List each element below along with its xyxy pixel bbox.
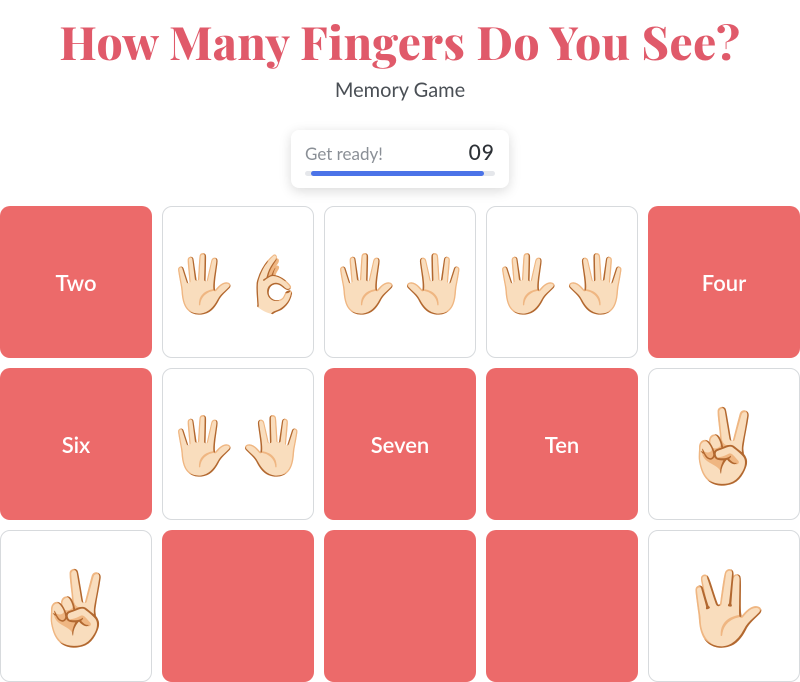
hand-icon: ✌🏻 xyxy=(31,570,121,642)
progress-fill xyxy=(311,171,484,176)
page-title: How Many Fingers Do You See? xyxy=(0,10,800,72)
word-card[interactable] xyxy=(162,530,314,682)
hand-icon: 🖐🏻 xyxy=(491,254,561,310)
ten-fingers-icon: 🖐🏻🖐🏻 xyxy=(329,254,470,310)
two-fingers-icon: ✌🏻 xyxy=(31,570,121,642)
hand-icon: 🖐🏻 xyxy=(401,254,471,310)
word-card[interactable] xyxy=(324,530,476,682)
progress-bar xyxy=(305,171,495,176)
hand-icon: 🖐🏻 xyxy=(167,254,237,310)
hand-icon: 🖐🏻 xyxy=(167,416,237,472)
card-label: Seven xyxy=(371,431,430,458)
hand-icon: 🖖🏻 xyxy=(679,570,769,642)
picture-card[interactable]: ✌🏻 xyxy=(0,530,152,682)
countdown-value: 09 xyxy=(469,140,495,165)
hand-icon: 👌🏻 xyxy=(239,254,309,310)
card-label: Two xyxy=(55,269,96,296)
word-card[interactable]: Seven xyxy=(324,368,476,520)
picture-card[interactable]: 🖖🏻 xyxy=(648,530,800,682)
picture-card[interactable]: 🖐🏻👌🏻 xyxy=(162,206,314,358)
four-fingers-icon: 🖖🏻 xyxy=(679,570,769,642)
eight-fingers-icon: 🖐🏻👌🏻 xyxy=(167,254,308,310)
ten-fingers-icon: 🖐🏻🖐🏻 xyxy=(167,416,308,472)
word-card[interactable]: Ten xyxy=(486,368,638,520)
hand-icon: 🖐🏻 xyxy=(563,254,633,310)
two-fingers-icon: ✌🏻 xyxy=(679,408,769,480)
word-card[interactable]: Six xyxy=(0,368,152,520)
picture-card[interactable]: 🖐🏻🖐🏻 xyxy=(324,206,476,358)
status-card: Get ready! 09 xyxy=(291,130,509,188)
status-label: Get ready! xyxy=(305,143,383,164)
word-card[interactable]: Two xyxy=(0,206,152,358)
word-card[interactable] xyxy=(486,530,638,682)
page-subtitle: Memory Game xyxy=(0,78,800,102)
ten-fingers-icon: 🖐🏻🖐🏻 xyxy=(491,254,632,310)
picture-card[interactable]: 🖐🏻🖐🏻 xyxy=(162,368,314,520)
card-label: Six xyxy=(62,431,91,458)
card-label: Ten xyxy=(545,431,579,458)
picture-card[interactable]: ✌🏻 xyxy=(648,368,800,520)
picture-card[interactable]: 🖐🏻🖐🏻 xyxy=(486,206,638,358)
hand-icon: 🖐🏻 xyxy=(239,416,309,472)
hand-icon: ✌🏻 xyxy=(679,408,769,480)
word-card[interactable]: Four xyxy=(648,206,800,358)
card-grid: Two🖐🏻👌🏻🖐🏻🖐🏻🖐🏻🖐🏻FourSix🖐🏻🖐🏻SevenTen✌🏻✌🏻🖖🏻 xyxy=(0,206,800,682)
hand-icon: 🖐🏻 xyxy=(329,254,399,310)
card-label: Four xyxy=(702,269,747,296)
